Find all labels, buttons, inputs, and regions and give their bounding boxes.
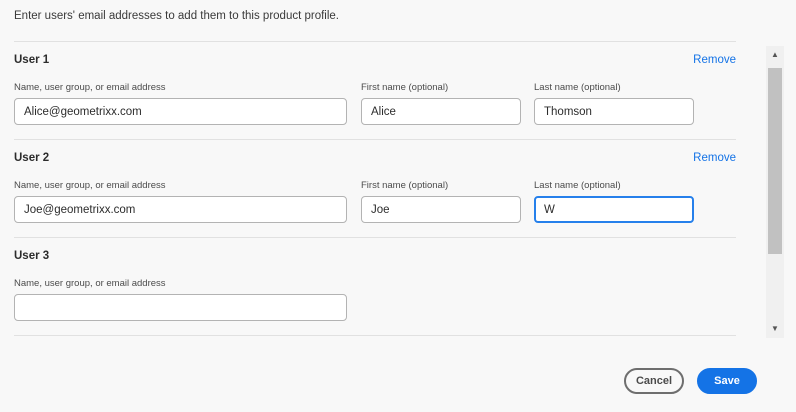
first-name-label: First name (optional) <box>361 180 449 191</box>
user-list: User 1 Remove Name, user group, or email… <box>0 42 766 338</box>
section-divider <box>14 335 736 336</box>
first-name-field[interactable] <box>361 98 521 125</box>
last-name-field[interactable] <box>534 98 694 125</box>
user-section-3: User 3 Name, user group, or email addres… <box>14 238 736 336</box>
vertical-scrollbar[interactable]: ▲ ▼ <box>766 46 784 338</box>
email-field[interactable] <box>14 98 347 125</box>
cancel-button[interactable]: Cancel <box>624 368 684 394</box>
first-name-label: First name (optional) <box>361 82 449 93</box>
user-section-2: User 2 Remove Name, user group, or email… <box>14 140 736 238</box>
user-title: User 3 <box>14 250 50 262</box>
email-label: Name, user group, or email address <box>14 82 166 93</box>
last-name-label: Last name (optional) <box>534 82 621 93</box>
page-instructions: Enter users' email addresses to add them… <box>14 10 339 22</box>
remove-user-2-link[interactable]: Remove <box>693 152 736 164</box>
remove-user-1-link[interactable]: Remove <box>693 54 736 66</box>
triangle-up-icon[interactable]: ▲ <box>766 48 784 62</box>
first-name-field[interactable] <box>361 196 521 223</box>
last-name-label: Last name (optional) <box>534 180 621 191</box>
email-field[interactable] <box>14 196 347 223</box>
triangle-down-icon[interactable]: ▼ <box>766 322 784 336</box>
scroll-thumb[interactable] <box>768 68 782 254</box>
email-field[interactable] <box>14 294 347 321</box>
user-section-1: User 1 Remove Name, user group, or email… <box>14 42 736 140</box>
email-label: Name, user group, or email address <box>14 180 166 191</box>
email-label: Name, user group, or email address <box>14 278 166 289</box>
last-name-field[interactable] <box>534 196 694 223</box>
user-title: User 2 <box>14 152 50 164</box>
user-title: User 1 <box>14 54 50 66</box>
save-button[interactable]: Save <box>697 368 757 394</box>
